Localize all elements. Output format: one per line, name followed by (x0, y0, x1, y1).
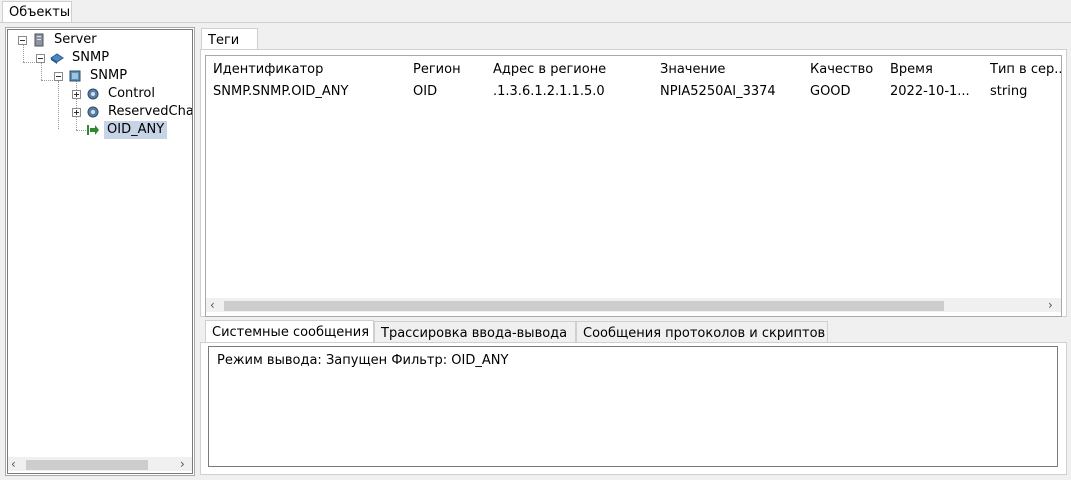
tree-line (58, 81, 59, 129)
log-line: Режим вывода: Запущен Фильтр: OID_ANY (217, 353, 509, 368)
column-header[interactable]: Идентификатор (213, 62, 403, 77)
tab-divider (0, 22, 1071, 23)
tree-line (23, 62, 35, 63)
table-cell: OID (413, 84, 438, 99)
table-cell: NPIA5250AI_3374 (660, 84, 776, 99)
expand-control-toggle[interactable] (72, 90, 81, 99)
table-horizontal-scrollbar[interactable]: ‹ › (206, 298, 1061, 312)
column-header[interactable]: Тип в сер... (990, 62, 1061, 77)
scroll-thumb[interactable] (26, 460, 148, 470)
column-header[interactable]: Регион (413, 62, 485, 77)
scroll-left-arrow-icon[interactable]: ‹ (11, 457, 16, 471)
tree-horizontal-scrollbar[interactable]: ‹ › (8, 457, 192, 471)
tree-item-snmp-driver[interactable]: SNMP (72, 49, 109, 67)
column-header[interactable]: Качество (810, 62, 886, 77)
tree-line (41, 80, 53, 81)
table-cell: string (990, 84, 1028, 99)
table-cell: SNMP.SNMP.OID_ANY (213, 84, 349, 99)
tab-objects-label: Объекты (9, 5, 71, 20)
gear-icon (87, 88, 99, 100)
column-header[interactable]: Значение (660, 62, 800, 77)
tree-line (76, 81, 77, 130)
expand-reserved-toggle[interactable] (72, 108, 81, 117)
scroll-right-arrow-icon[interactable]: › (180, 457, 185, 471)
tree-item-server[interactable]: Server (54, 31, 97, 49)
server-icon (34, 33, 44, 47)
tab-system-messages[interactable]: Системные сообщения (205, 320, 374, 342)
column-header[interactable]: Время (890, 62, 985, 77)
tree-item-oid-any[interactable]: OID_ANY (104, 121, 168, 139)
tab-protocol-messages[interactable]: Сообщения протоколов и скриптов (576, 321, 828, 343)
tree-line (23, 45, 24, 62)
tab-objects[interactable]: Объекты (2, 1, 72, 23)
tree-line (41, 63, 42, 80)
tree-item-reserved[interactable]: ReservedCha (108, 103, 192, 121)
collapse-snmp-driver-toggle[interactable] (36, 54, 45, 63)
device-icon (69, 70, 81, 82)
collapse-snmp-device-toggle[interactable] (54, 72, 63, 81)
tags-table[interactable]: Идентификатор Регион Адрес в регионе Зна… (205, 55, 1062, 317)
gear-icon (87, 106, 99, 118)
column-header[interactable]: Адрес в регионе (493, 62, 653, 77)
table-cell: GOOD (810, 84, 851, 99)
scroll-right-arrow-icon[interactable]: › (1048, 298, 1053, 312)
driver-icon (50, 53, 64, 64)
table-cell: .1.3.6.1.2.1.1.5.0 (493, 84, 605, 99)
messages-log[interactable]: Режим вывода: Запущен Фильтр: OID_ANY (208, 346, 1058, 467)
tag-arrow-icon (87, 125, 99, 135)
scroll-left-arrow-icon[interactable]: ‹ (210, 298, 215, 312)
scroll-thumb[interactable] (224, 301, 944, 311)
object-tree[interactable]: Server SNMP SNMP Control ReservedCha OID… (5, 27, 195, 476)
tab-tags[interactable]: Теги (201, 28, 258, 50)
collapse-server-toggle[interactable] (18, 36, 27, 45)
table-cell: 2022-10-1... (890, 84, 970, 99)
tree-item-snmp-device[interactable]: SNMP (90, 67, 127, 85)
tab-io-trace[interactable]: Трассировка ввода-вывода (374, 321, 576, 343)
tree-item-control[interactable]: Control (108, 85, 155, 103)
